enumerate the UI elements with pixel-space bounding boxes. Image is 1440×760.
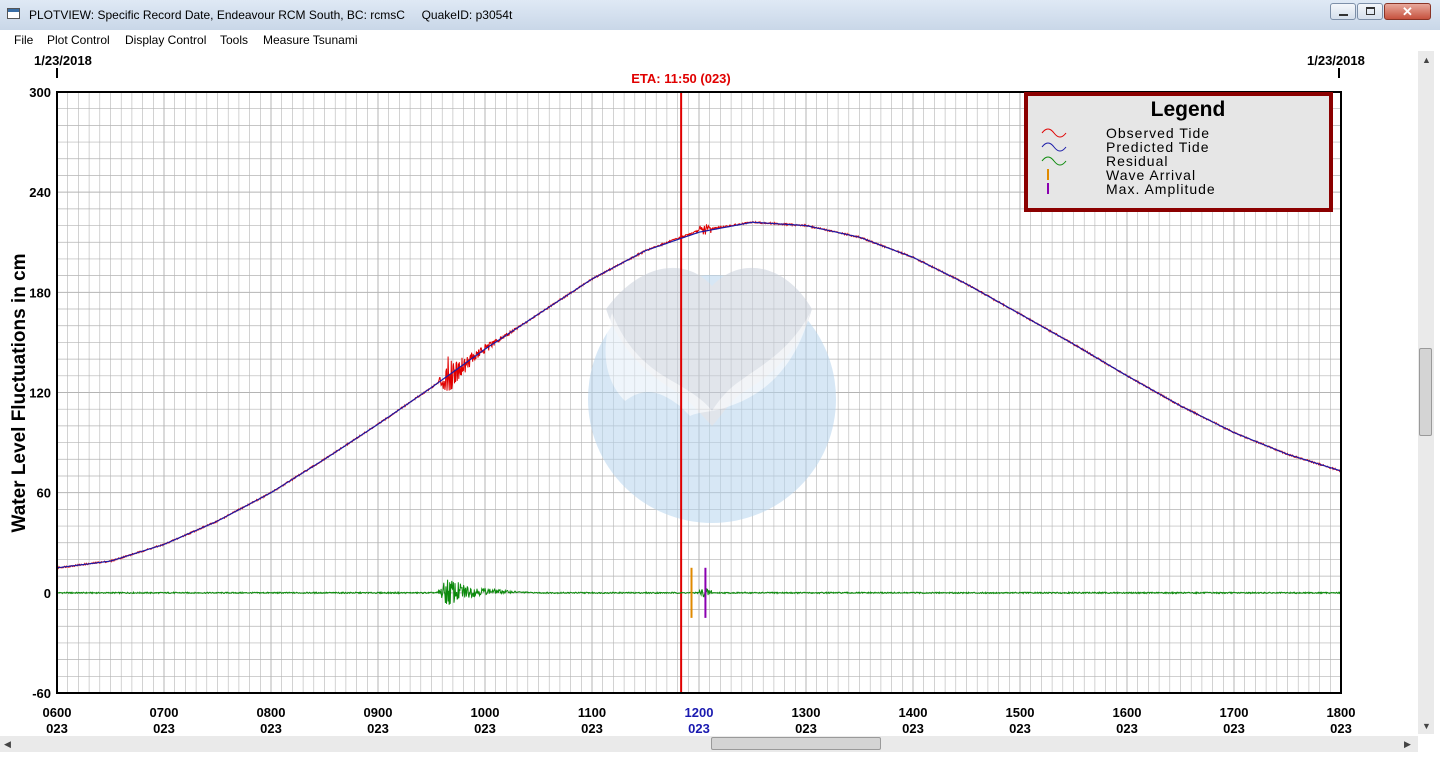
x-tick-day-label: 023 — [260, 721, 282, 736]
horizontal-scroll-thumb[interactable] — [711, 737, 881, 750]
y-axis-label: Water Level Fluctuations in cm — [9, 253, 30, 532]
x-tick-label: 1800 — [1327, 705, 1356, 720]
vertical-scroll-thumb[interactable] — [1419, 348, 1432, 436]
y-tick-label: 240 — [29, 185, 51, 200]
x-tick-day-label: 023 — [902, 721, 924, 736]
x-tick-day-label: 023 — [688, 721, 710, 736]
x-tick-label: 1200 — [685, 705, 714, 720]
maximize-button[interactable] — [1357, 3, 1383, 20]
tide-plot[interactable]: 1/23/2018 1/23/2018 ETA: 11:50 (023) Wat… — [0, 51, 1418, 736]
y-tick-label: 60 — [37, 486, 51, 501]
y-tick-label: 180 — [29, 285, 51, 300]
close-button[interactable]: ✕ — [1384, 3, 1431, 20]
menu-plot-control[interactable]: Plot Control — [47, 33, 110, 47]
x-tick-day-label: 023 — [367, 721, 389, 736]
legend: Legend Observed TidePredicted TideResidu… — [1024, 92, 1333, 212]
x-tick-label: 1500 — [1006, 705, 1035, 720]
x-tick-day-label: 023 — [474, 721, 496, 736]
x-tick-label: 0800 — [257, 705, 286, 720]
menu-display-control[interactable]: Display Control — [125, 33, 206, 47]
x-tick-label: 1300 — [792, 705, 821, 720]
x-tick-label: 1400 — [899, 705, 928, 720]
x-tick-label: 0900 — [364, 705, 393, 720]
close-icon: ✕ — [1402, 4, 1413, 19]
app-window-icon[interactable] — [7, 8, 20, 19]
y-tick-label: 0 — [44, 586, 51, 601]
minimize-icon — [1339, 14, 1348, 16]
x-tick-label: 1700 — [1220, 705, 1249, 720]
scroll-right-icon[interactable]: ▶ — [1404, 739, 1411, 749]
noaa-watermark-logo — [588, 267, 836, 523]
x-tick-day-label: 023 — [795, 721, 817, 736]
window-title: PLOTVIEW: Specific Record Date, Endeavou… — [29, 8, 513, 22]
scroll-down-icon[interactable]: ▼ — [1422, 721, 1431, 731]
legend-item-label: Max. Amplitude — [1106, 181, 1216, 197]
x-tick-label: 1000 — [471, 705, 500, 720]
left-date-label: 1/23/2018 — [34, 53, 92, 68]
horizontal-scrollbar[interactable]: ◀ ▶ — [0, 736, 1418, 752]
menu-file[interactable]: File — [14, 33, 33, 47]
maximize-icon — [1366, 7, 1375, 15]
x-tick-labels: 0600023070002308000230900023100002311000… — [43, 705, 1356, 736]
title-bar: PLOTVIEW: Specific Record Date, Endeavou… — [0, 0, 1440, 31]
vertical-scrollbar[interactable]: ▲ ▼ — [1418, 51, 1434, 734]
y-tick-labels: 300 240 180 120 60 0 -60 — [29, 85, 51, 701]
x-tick-day-label: 023 — [1116, 721, 1138, 736]
x-tick-day-label: 023 — [1223, 721, 1245, 736]
x-tick-day-label: 023 — [1330, 721, 1352, 736]
scroll-left-icon[interactable]: ◀ — [4, 739, 11, 749]
y-tick-label: -60 — [32, 686, 51, 701]
right-date-label: 1/23/2018 — [1307, 53, 1365, 68]
scroll-up-icon[interactable]: ▲ — [1422, 55, 1431, 65]
y-tick-label: 120 — [29, 386, 51, 401]
y-tick-label: 300 — [29, 85, 51, 100]
eta-label: ETA: 11:50 (023) — [631, 71, 730, 86]
menu-tools[interactable]: Tools — [220, 33, 248, 47]
x-tick-day-label: 023 — [46, 721, 68, 736]
x-tick-label: 0600 — [43, 705, 72, 720]
x-tick-label: 0700 — [150, 705, 179, 720]
minimize-button[interactable] — [1330, 3, 1356, 20]
x-tick-label: 1100 — [578, 705, 606, 720]
x-tick-day-label: 023 — [153, 721, 175, 736]
legend-title: Legend — [1151, 98, 1226, 121]
menu-measure-tsunami[interactable]: Measure Tsunami — [263, 33, 358, 47]
x-tick-day-label: 023 — [1009, 721, 1031, 736]
x-tick-day-label: 023 — [581, 721, 603, 736]
x-tick-label: 1600 — [1113, 705, 1142, 720]
menu-bar: File Plot Control Display Control Tools … — [0, 30, 1440, 50]
